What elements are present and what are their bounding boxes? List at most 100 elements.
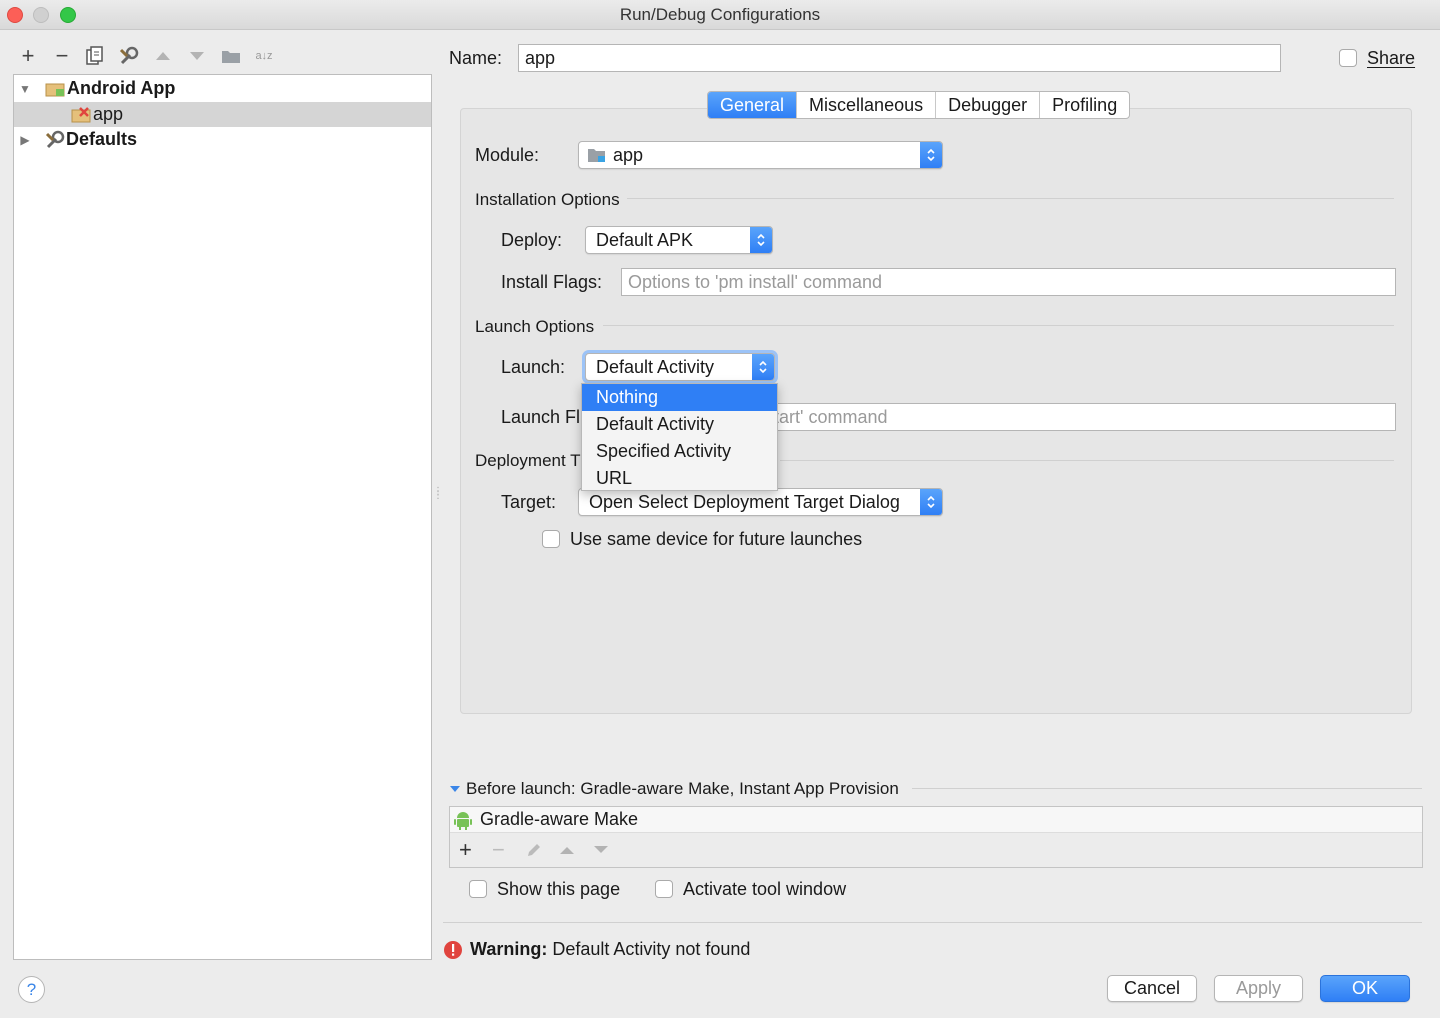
window-title: Run/Debug Configurations — [619, 5, 821, 24]
configuration-tree[interactable]: ▼ Android App app ▶ Defaults — [13, 74, 432, 960]
tree-item-label: Android App — [67, 78, 176, 98]
target-value: Open Select Deployment Target Dialog — [589, 491, 900, 512]
arrow-down-icon[interactable] — [593, 844, 609, 856]
tab-profiling[interactable]: Profiling — [1040, 92, 1129, 118]
before-launch-task-list: Gradle-aware Make + − — [449, 806, 1423, 868]
error-icon — [444, 940, 462, 959]
section-divider — [912, 788, 1422, 789]
module-folder-icon — [588, 149, 605, 162]
same-device-label: Use same device for future launches — [570, 529, 863, 549]
warning-bold: Warning: — [470, 939, 548, 959]
tab-miscellaneous[interactable]: Miscellaneous — [797, 92, 937, 118]
chevron-updown-icon — [920, 142, 942, 168]
android-icon — [454, 811, 472, 830]
launch-label: Launch: — [501, 357, 566, 377]
edit-defaults-button[interactable] — [116, 43, 142, 69]
sort-button[interactable]: a↓z — [251, 43, 277, 69]
question-mark-icon: ? — [26, 979, 37, 999]
arrow-up-icon[interactable] — [559, 844, 575, 856]
activate-tool-window-label: Activate tool window — [683, 879, 847, 899]
sort-alpha-icon: a↓z — [255, 50, 273, 62]
launch-flags-label: Launch Fl — [501, 407, 581, 427]
warning-message: Warning: Default Activity not found — [443, 939, 750, 960]
android-app-config-icon — [45, 83, 65, 96]
tree-item-label: app — [93, 104, 124, 124]
menu-item-nothing[interactable]: Nothing — [582, 384, 777, 411]
move-down-button[interactable] — [184, 43, 210, 69]
activate-tool-window-checkbox[interactable] — [655, 880, 673, 898]
section-divider — [603, 325, 1394, 326]
tree-item-app[interactable]: app — [14, 102, 431, 127]
edit-pencil-icon[interactable] — [525, 841, 543, 859]
deploy-select[interactable]: Default APK — [585, 226, 773, 254]
menu-item-default-activity[interactable]: Default Activity — [582, 411, 777, 438]
target-select[interactable]: Open Select Deployment Target Dialog — [578, 488, 943, 516]
arrow-down-icon — [190, 52, 204, 60]
splitter-handle[interactable]: ⋮ ⋮ — [433, 487, 443, 510]
installation-options-heading: Installation Options — [475, 189, 620, 210]
collapse-triangle-icon[interactable]: ▶ — [15, 133, 35, 147]
tree-item-defaults[interactable]: ▶ Defaults — [14, 127, 431, 152]
create-folder-button[interactable] — [218, 43, 244, 69]
add-configuration-button[interactable]: + — [15, 43, 41, 69]
before-launch-header[interactable]: Before launch: Gradle-aware Make, Instan… — [449, 779, 899, 799]
folder-icon — [222, 51, 240, 63]
cancel-button[interactable]: Cancel — [1107, 975, 1197, 1002]
launch-flags-placeholder: tart' command — [774, 406, 888, 427]
deploy-value: Default APK — [596, 229, 694, 250]
wrench-icon — [119, 46, 139, 65]
tab-general[interactable]: General — [708, 92, 798, 118]
install-flags-label: Install Flags: — [501, 272, 603, 292]
launch-dropdown-menu: Nothing Default Activity Specified Activ… — [581, 383, 778, 491]
launch-select[interactable]: Default Activity — [585, 353, 775, 381]
module-label: Module: — [475, 145, 540, 165]
section-divider — [627, 198, 1394, 199]
task-toolbar: + − — [450, 833, 1422, 867]
section-title: Installation Options — [475, 190, 620, 209]
tab-debugger[interactable]: Debugger — [936, 92, 1041, 118]
wrench-icon — [45, 130, 65, 148]
menu-item-specified-activity[interactable]: Specified Activity — [582, 438, 777, 465]
config-tabs: General Miscellaneous Debugger Profiling — [707, 91, 1131, 119]
list-item[interactable]: Gradle-aware Make — [450, 807, 1422, 833]
task-label: Gradle-aware Make — [480, 809, 639, 829]
launch-value: Default Activity — [596, 356, 715, 377]
name-value: app — [525, 47, 556, 68]
name-input[interactable]: app — [518, 44, 1281, 72]
expand-triangle-icon[interactable]: ▼ — [15, 82, 35, 96]
share-label: Share — [1367, 48, 1416, 68]
install-flags-input[interactable]: Options to 'pm install' command — [621, 268, 1396, 296]
tree-item-android-app[interactable]: ▼ Android App — [14, 76, 431, 101]
module-value: app — [613, 144, 644, 165]
copy-configuration-button[interactable] — [82, 43, 108, 69]
minus-icon: − — [55, 43, 69, 68]
expand-triangle-icon — [450, 786, 460, 792]
module-select[interactable]: app — [578, 141, 943, 169]
same-device-checkbox[interactable] — [542, 530, 560, 548]
tree-item-label: Defaults — [66, 129, 138, 149]
share-checkbox[interactable] — [1339, 49, 1357, 67]
name-label: Name: — [449, 48, 503, 68]
plus-icon: + — [21, 43, 35, 68]
remove-task-icon[interactable]: − — [492, 837, 516, 863]
section-title: Launch Options — [475, 317, 595, 336]
show-page-label: Show this page — [497, 879, 621, 899]
launch-options-heading: Launch Options — [475, 316, 594, 337]
title-bar: Run/Debug Configurations — [0, 0, 1440, 30]
deploy-label: Deploy: — [501, 230, 563, 250]
help-button[interactable]: ? — [18, 976, 45, 1003]
copy-icon — [86, 46, 103, 65]
add-task-icon[interactable]: + — [459, 837, 483, 863]
move-up-button[interactable] — [150, 43, 176, 69]
warning-text: Default Activity not found — [552, 939, 751, 959]
apply-button[interactable]: Apply — [1214, 975, 1303, 1002]
remove-configuration-button[interactable]: − — [49, 43, 75, 69]
arrow-up-icon — [156, 52, 170, 60]
section-divider — [780, 460, 1394, 461]
menu-item-url[interactable]: URL — [582, 465, 777, 492]
show-page-checkbox[interactable] — [469, 880, 487, 898]
chevron-updown-icon — [920, 489, 942, 515]
divider — [443, 922, 1422, 923]
ok-button[interactable]: OK — [1320, 975, 1410, 1002]
chevron-updown-icon — [750, 227, 772, 253]
